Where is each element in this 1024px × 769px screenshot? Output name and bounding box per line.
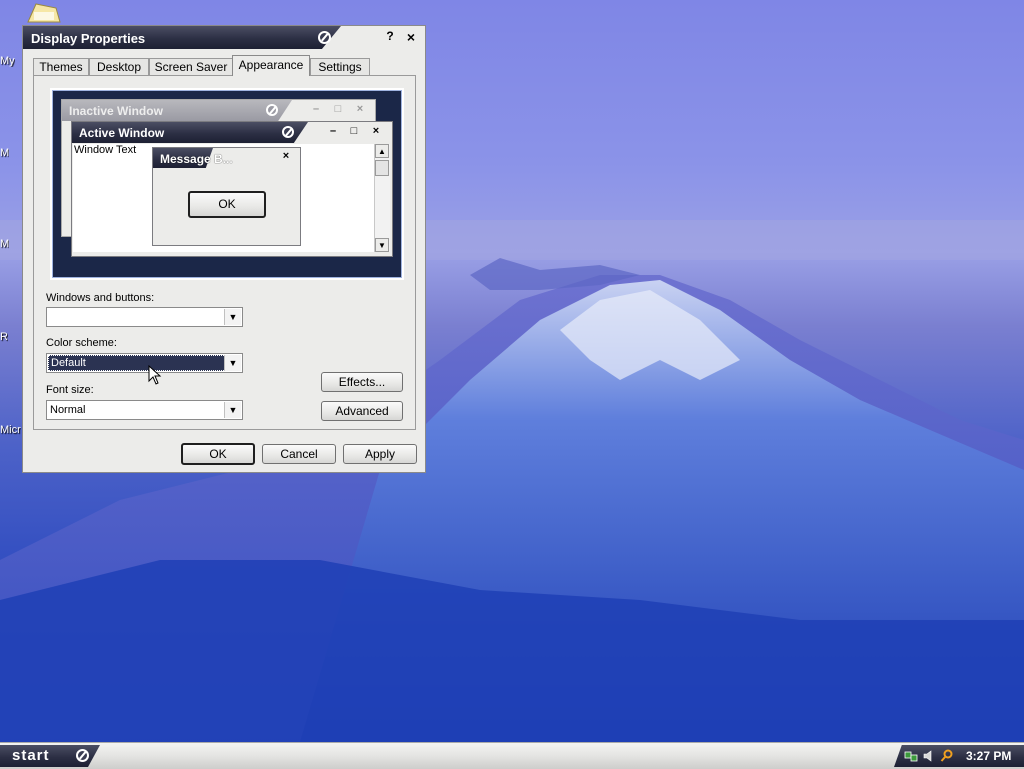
font-size-select[interactable]: Normal ▼	[46, 400, 243, 420]
chevron-down-icon[interactable]: ▼	[224, 309, 241, 325]
search-icon[interactable]	[940, 749, 954, 763]
message-box-ok-button: OK	[188, 191, 266, 218]
active-window-title: Active Window	[79, 126, 165, 140]
volume-icon[interactable]	[922, 749, 936, 763]
scroll-up-icon: ▲	[375, 144, 389, 158]
advanced-button[interactable]: Advanced	[321, 401, 403, 421]
window-text-sample: Window Text	[74, 144, 137, 156]
help-button[interactable]: ?	[383, 29, 397, 45]
active-minimize-icon: –	[329, 125, 337, 137]
active-window-menu-icon	[282, 126, 294, 138]
desktop-icon-label[interactable]: My	[0, 55, 15, 67]
apply-button[interactable]: Apply	[343, 444, 417, 464]
dialog-title: Display Properties	[31, 31, 146, 46]
chevron-down-icon[interactable]: ▼	[224, 355, 241, 371]
color-scheme-select[interactable]: Default ▼	[46, 353, 243, 373]
start-button[interactable]: start	[0, 745, 100, 767]
close-button[interactable]: ×	[403, 29, 419, 45]
chevron-down-icon[interactable]: ▼	[224, 402, 241, 418]
dialog-title-bar[interactable]: Display Properties ? ×	[23, 26, 427, 50]
scroll-thumb	[375, 160, 389, 176]
tab-settings[interactable]: Settings	[310, 58, 370, 75]
folder-icon[interactable]	[26, 2, 62, 24]
preview-active-window: Active Window – □ × Window Text ▲ ▼ Mess…	[71, 121, 393, 257]
preview-message-box: Message B... × OK	[152, 147, 301, 246]
color-scheme-label: Color scheme:	[46, 337, 117, 349]
taskbar: start 3:27 PM	[0, 742, 1024, 769]
network-icon[interactable]	[904, 749, 918, 763]
color-scheme-value: Default	[51, 357, 86, 369]
desktop-icon-label[interactable]: M	[0, 238, 9, 250]
effects-button[interactable]: Effects...	[321, 372, 403, 392]
message-box-title: Message B...	[160, 152, 233, 166]
preview-scrollbar: ▲ ▼	[374, 144, 390, 252]
windows-and-buttons-select[interactable]: ▼	[46, 307, 243, 327]
display-properties-dialog: Display Properties ? × Themes Desktop Sc…	[22, 25, 426, 473]
appearance-preview: Inactive Window – □ × Active Window – □ …	[50, 88, 404, 280]
mouse-cursor-icon	[148, 365, 162, 385]
start-label: start	[12, 747, 50, 764]
ok-button[interactable]: OK	[181, 443, 255, 465]
inactive-close-icon: ×	[356, 103, 364, 115]
tab-appearance[interactable]: Appearance	[232, 55, 310, 76]
cancel-button[interactable]: Cancel	[262, 444, 336, 464]
inactive-maximize-icon: □	[334, 103, 342, 115]
system-tray: 3:27 PM	[894, 745, 1024, 767]
scroll-down-icon: ▼	[375, 238, 389, 252]
message-box-close-icon: ×	[282, 150, 290, 162]
active-maximize-icon: □	[350, 125, 358, 137]
desktop-icon-label[interactable]: M	[0, 147, 9, 159]
clock[interactable]: 3:27 PM	[966, 749, 1011, 763]
tab-themes[interactable]: Themes	[33, 58, 89, 75]
inactive-window-menu-icon	[266, 104, 278, 116]
inactive-minimize-icon: –	[312, 103, 320, 115]
tab-screen-saver[interactable]: Screen Saver	[149, 58, 233, 75]
desktop-icon-label[interactable]: R	[0, 331, 8, 343]
font-size-value: Normal	[50, 404, 86, 416]
inactive-window-title: Inactive Window	[69, 104, 163, 118]
desktop-icon-label[interactable]: Micr	[0, 424, 21, 436]
active-close-icon: ×	[372, 125, 380, 137]
start-logo-icon	[76, 749, 89, 762]
font-size-label: Font size:	[46, 384, 94, 396]
windows-and-buttons-label: Windows and buttons:	[46, 292, 155, 304]
window-menu-icon[interactable]	[318, 31, 331, 44]
tab-desktop[interactable]: Desktop	[89, 58, 149, 75]
